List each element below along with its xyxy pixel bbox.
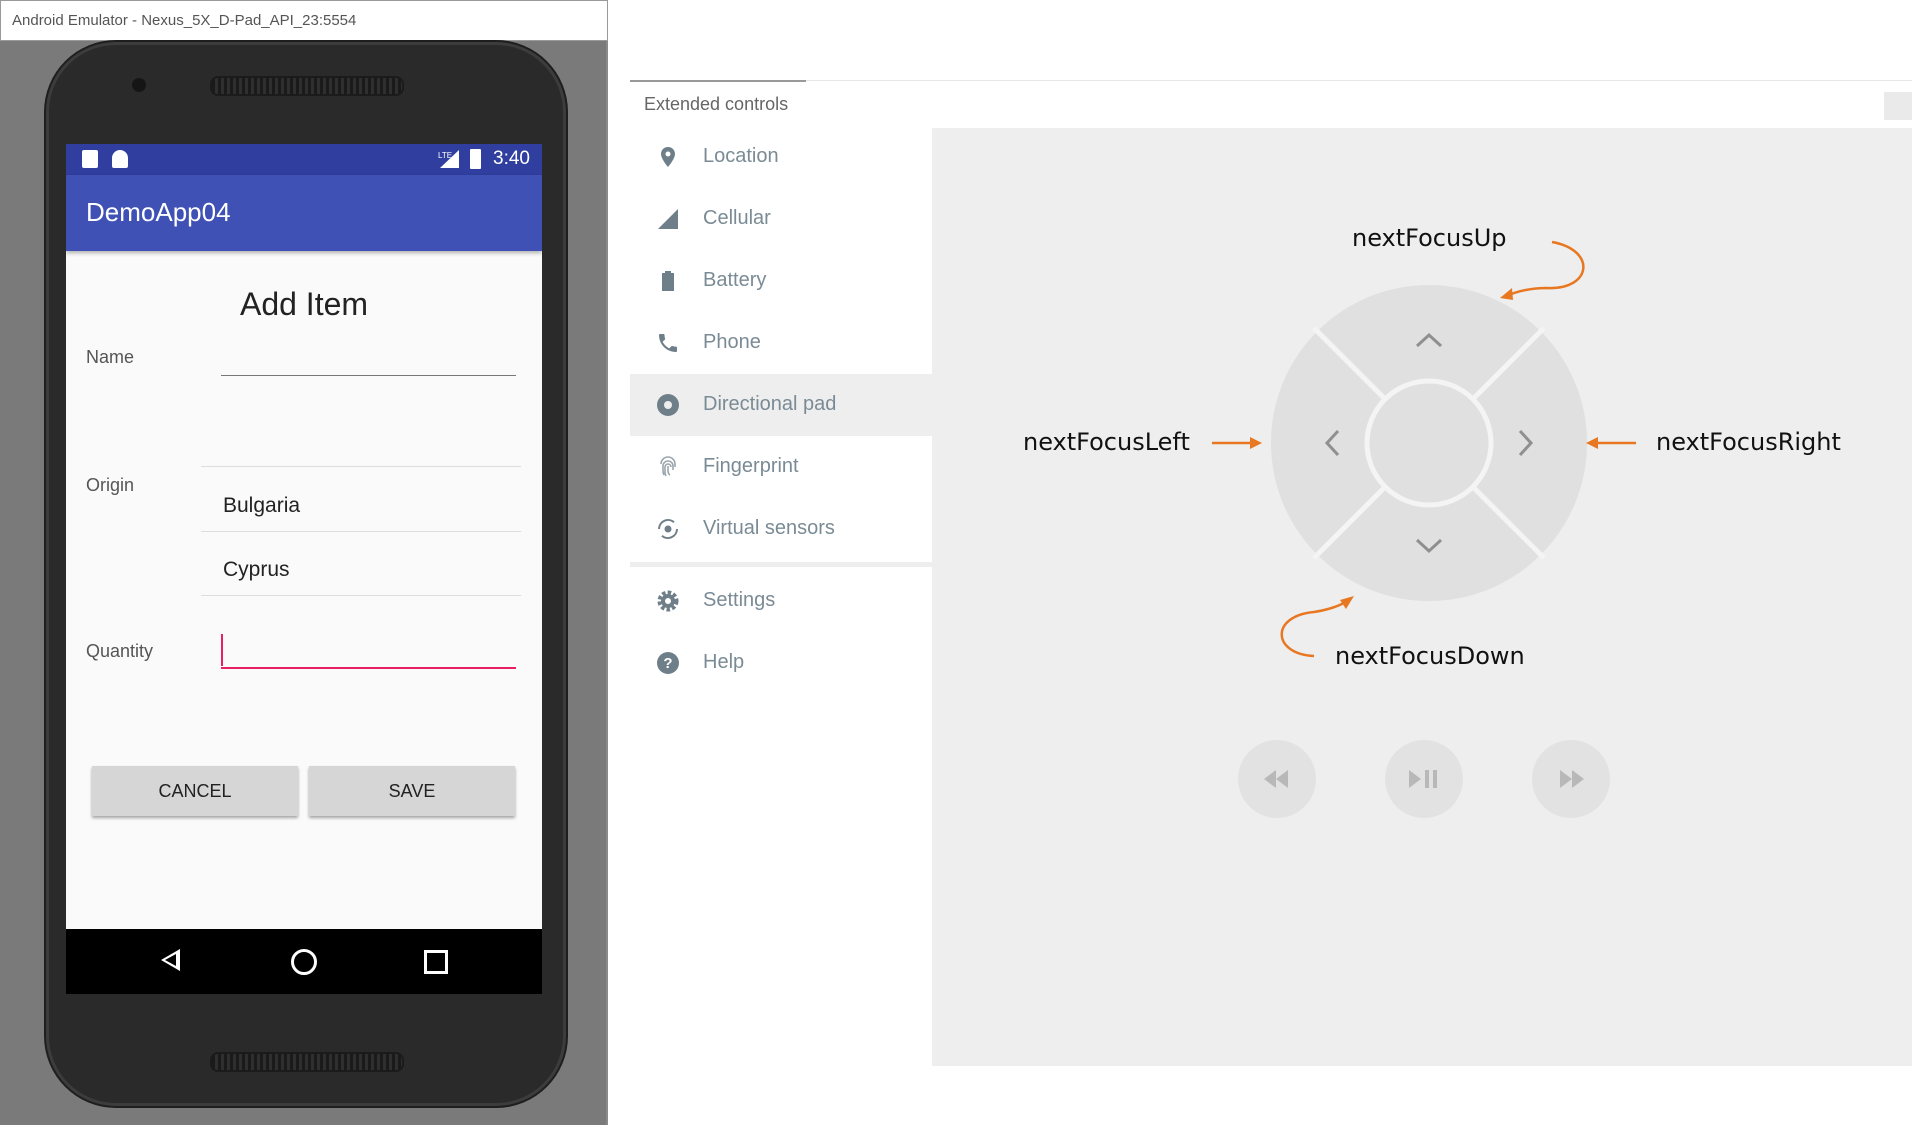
next-focus-right-label: nextFocusRight <box>1656 428 1841 456</box>
menu-item-help[interactable]: ? Help <box>630 632 932 694</box>
battery-icon <box>662 271 674 291</box>
app-title: DemoApp04 <box>86 197 231 227</box>
extended-controls-window: Extended controls Location Cellular Batt… <box>630 80 1912 1080</box>
app-bar: DemoApp04 <box>66 175 542 251</box>
next-focus-up-label: nextFocusUp <box>1352 224 1507 252</box>
play-pause-button[interactable] <box>1385 740 1463 818</box>
recent-apps-icon[interactable] <box>424 950 448 974</box>
menu-item-settings[interactable]: Settings <box>630 570 932 632</box>
android-icon <box>112 150 128 168</box>
menu-item-location[interactable]: Location <box>630 126 932 188</box>
speaker-grille-bottom <box>210 1052 404 1072</box>
battery-status-icon <box>470 149 481 169</box>
menu-label: Phone <box>703 331 761 353</box>
menu-item-phone[interactable]: Phone <box>630 312 932 374</box>
home-icon[interactable] <box>291 949 317 975</box>
help-icon: ? <box>657 652 679 674</box>
fingerprint-icon <box>660 456 676 477</box>
back-icon-inner <box>165 954 176 966</box>
status-time: 3:40 <box>493 148 530 169</box>
menu-item-virtual-sensors[interactable]: Virtual sensors <box>630 498 932 560</box>
status-bar: LTE 3:40 <box>66 144 542 175</box>
next-focus-down-label: nextFocusDown <box>1335 642 1525 670</box>
navigation-bar <box>66 929 542 994</box>
save-button[interactable]: SAVE <box>309 766 515 816</box>
origin-label: Origin <box>86 475 135 495</box>
menu-label: Cellular <box>703 207 771 229</box>
origin-option-bulgaria[interactable]: Bulgaria <box>223 494 300 518</box>
form-title: Add Item <box>239 286 369 322</box>
next-focus-left-label: nextFocusLeft <box>1023 428 1190 456</box>
camera-icon <box>132 78 146 92</box>
close-icon[interactable] <box>1884 92 1912 120</box>
location-pin-icon <box>661 147 675 167</box>
menu-item-directional-pad[interactable]: Directional pad <box>630 374 932 436</box>
directional-pad-panel: nextFocusUp nextFocusLeft nextFocusRight… <box>932 128 1912 1066</box>
menu-label: Battery <box>703 269 767 291</box>
origin-divider <box>201 595 521 596</box>
device-screen: LTE 3:40 DemoApp04 Add Item Name Origin … <box>66 144 542 994</box>
quantity-input[interactable] <box>221 667 516 669</box>
rewind-button[interactable] <box>1238 740 1316 818</box>
svg-text:?: ? <box>663 655 672 672</box>
menu-label: Fingerprint <box>703 455 799 477</box>
emulator-title: Android Emulator - Nexus_5X_D-Pad_API_23… <box>0 0 608 41</box>
menu-label: Settings <box>703 589 776 611</box>
virtual-sensors-icon <box>658 519 678 539</box>
extended-controls-title: Extended controls <box>644 94 789 114</box>
network-type-label: LTE <box>438 151 452 160</box>
quantity-label: Quantity <box>86 641 154 661</box>
origin-divider <box>201 531 521 532</box>
cancel-button[interactable]: CANCEL <box>92 766 298 816</box>
name-label: Name <box>86 347 135 367</box>
menu-label: Location <box>703 145 779 167</box>
tab-underline <box>630 80 806 82</box>
signal-icon: LTE <box>438 150 459 168</box>
menu-item-battery[interactable]: Battery <box>630 250 932 312</box>
extended-controls-menu: Location Cellular Battery Phone Directio… <box>630 126 932 694</box>
menu-label: Virtual sensors <box>703 517 835 539</box>
dpad-center-button[interactable] <box>1364 378 1494 508</box>
text-caret <box>221 634 223 666</box>
gear-icon <box>657 590 679 612</box>
fast-forward-icon <box>1560 770 1584 788</box>
top-divider <box>630 80 1912 81</box>
cellular-signal-icon <box>658 209 678 229</box>
origin-divider <box>201 466 521 467</box>
sd-card-icon <box>82 150 98 168</box>
dpad-icon <box>657 394 679 416</box>
menu-divider <box>630 562 932 567</box>
phone-icon <box>659 334 677 352</box>
play-pause-icon <box>1409 770 1437 788</box>
menu-item-cellular[interactable]: Cellular <box>630 188 932 250</box>
emulator-window: Android Emulator - Nexus_5X_D-Pad_API_23… <box>0 0 608 1125</box>
speaker-grille-top <box>210 76 404 96</box>
rewind-icon <box>1264 770 1288 788</box>
menu-label: Directional pad <box>703 393 837 415</box>
menu-label: Help <box>703 651 745 673</box>
phone-frame: LTE 3:40 DemoApp04 Add Item Name Origin … <box>46 42 566 1106</box>
name-input[interactable] <box>221 375 516 376</box>
up-annotation-arrow <box>1506 240 1585 298</box>
origin-option-cyprus[interactable]: Cyprus <box>223 558 290 582</box>
menu-item-fingerprint[interactable]: Fingerprint <box>630 436 932 498</box>
fast-forward-button[interactable] <box>1532 740 1610 818</box>
